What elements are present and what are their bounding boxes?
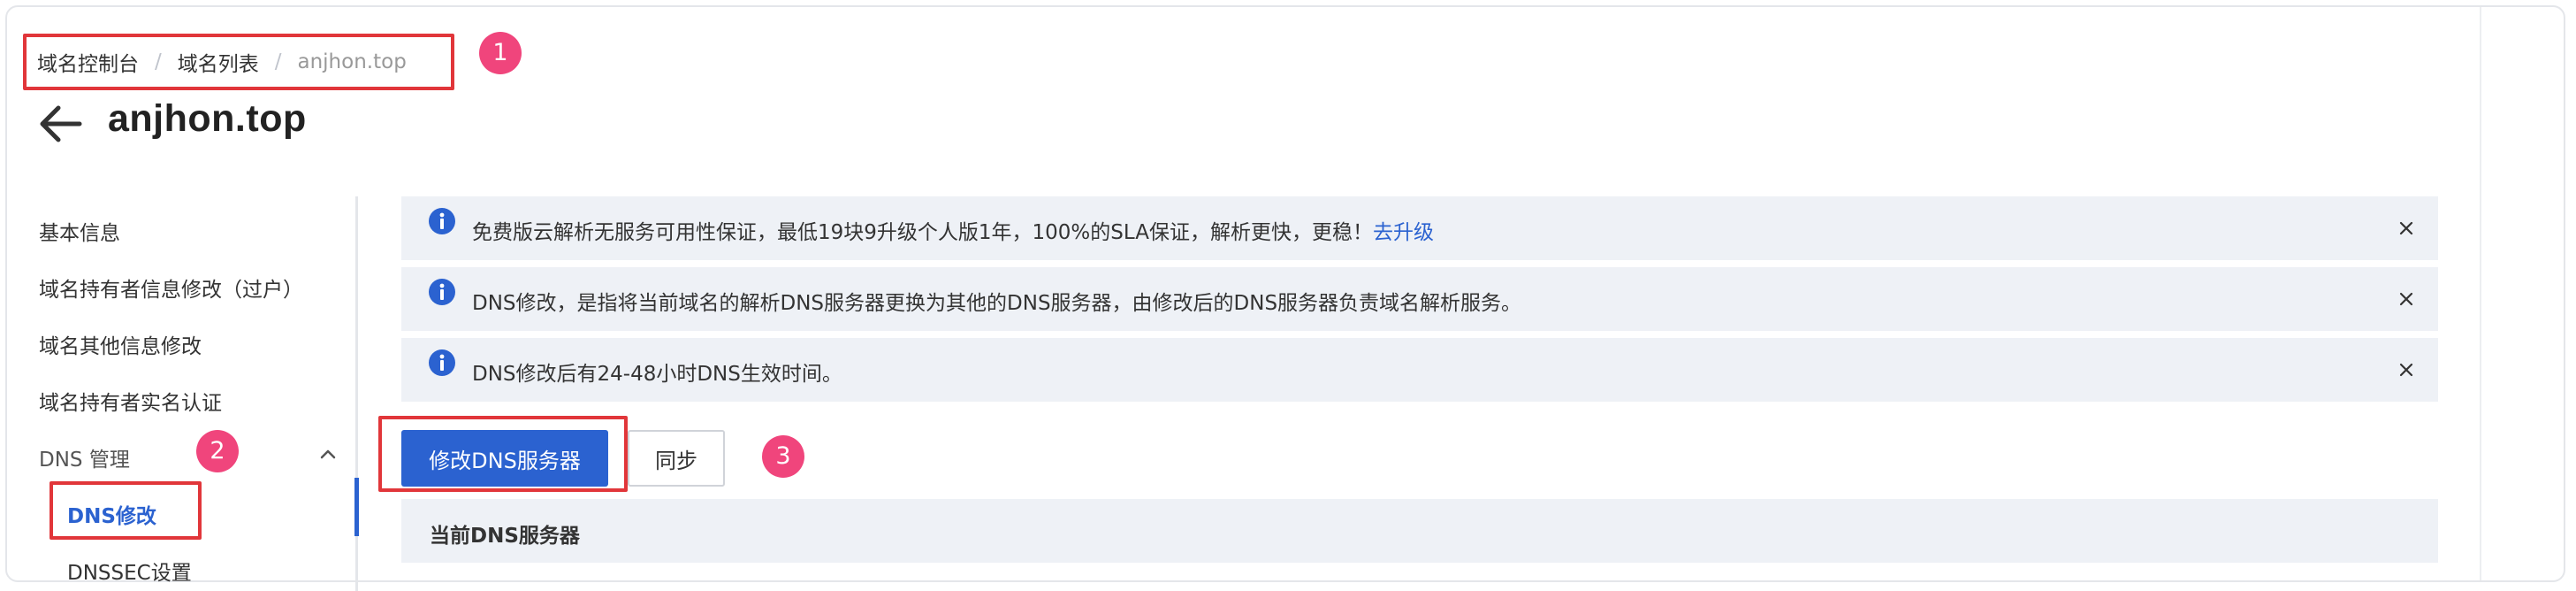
sidebar-group-dns-management[interactable]: DNS 管理: [39, 442, 130, 472]
dns-server-table-header: 当前DNS服务器: [401, 499, 2438, 563]
sidebar-active-indicator: [354, 478, 359, 536]
notice-text: 免费版云解析无服务可用性保证，最低19块9升级个人版1年，100%的SLA保证，…: [472, 215, 1434, 245]
page-title: anjhon.top: [108, 97, 307, 140]
annotation-badge-3: 3: [762, 435, 804, 478]
sync-button[interactable]: 同步: [628, 430, 725, 487]
annotation-badge-1: 1: [479, 32, 522, 74]
close-icon[interactable]: [2396, 288, 2417, 310]
notice-message: 免费版云解析无服务可用性保证，最低19块9升级个人版1年，100%的SLA保证，…: [472, 221, 1373, 244]
notice-dns-modify-explain: DNS修改，是指将当前域名的解析DNS服务器更换为其他的DNS服务器，由修改后的…: [401, 267, 2438, 331]
sidebar-item-other-info[interactable]: 域名其他信息修改: [39, 329, 202, 359]
annotation-badge-2: 2: [196, 430, 239, 472]
sidebar-item-realname-auth[interactable]: 域名持有者实名认证: [39, 386, 222, 416]
notice-upgrade: 免费版云解析无服务可用性保证，最低19块9升级个人版1年，100%的SLA保证，…: [401, 196, 2438, 260]
info-icon: [429, 279, 455, 305]
sidebar-item-dnssec[interactable]: DNSSEC设置: [67, 556, 192, 586]
info-icon: [429, 349, 455, 376]
notice-message: DNS修改后有24-48小时DNS生效时间。: [472, 363, 842, 386]
notice-message: DNS修改，是指将当前域名的解析DNS服务器更换为其他的DNS服务器，由修改后的…: [472, 292, 1522, 315]
arrow-left-icon[interactable]: [35, 103, 85, 145]
right-divider: [2480, 7, 2481, 580]
annotation-box-dns-modify: [50, 481, 202, 540]
notice-effective-time: DNS修改后有24-48小时DNS生效时间。: [401, 338, 2438, 402]
annotation-box-breadcrumb: [23, 34, 454, 90]
chevron-up-icon[interactable]: [318, 444, 338, 464]
info-icon: [429, 208, 455, 234]
sidebar-item-basic-info[interactable]: 基本信息: [39, 216, 120, 246]
close-icon[interactable]: [2396, 359, 2417, 380]
close-icon[interactable]: [2396, 218, 2417, 239]
sidebar-item-holder-transfer[interactable]: 域名持有者信息修改（过户）: [39, 272, 303, 303]
current-dns-server-column: 当前DNS服务器: [430, 525, 580, 548]
annotation-box-modify-button: [378, 416, 628, 492]
upgrade-link[interactable]: 去升级: [1373, 221, 1434, 244]
